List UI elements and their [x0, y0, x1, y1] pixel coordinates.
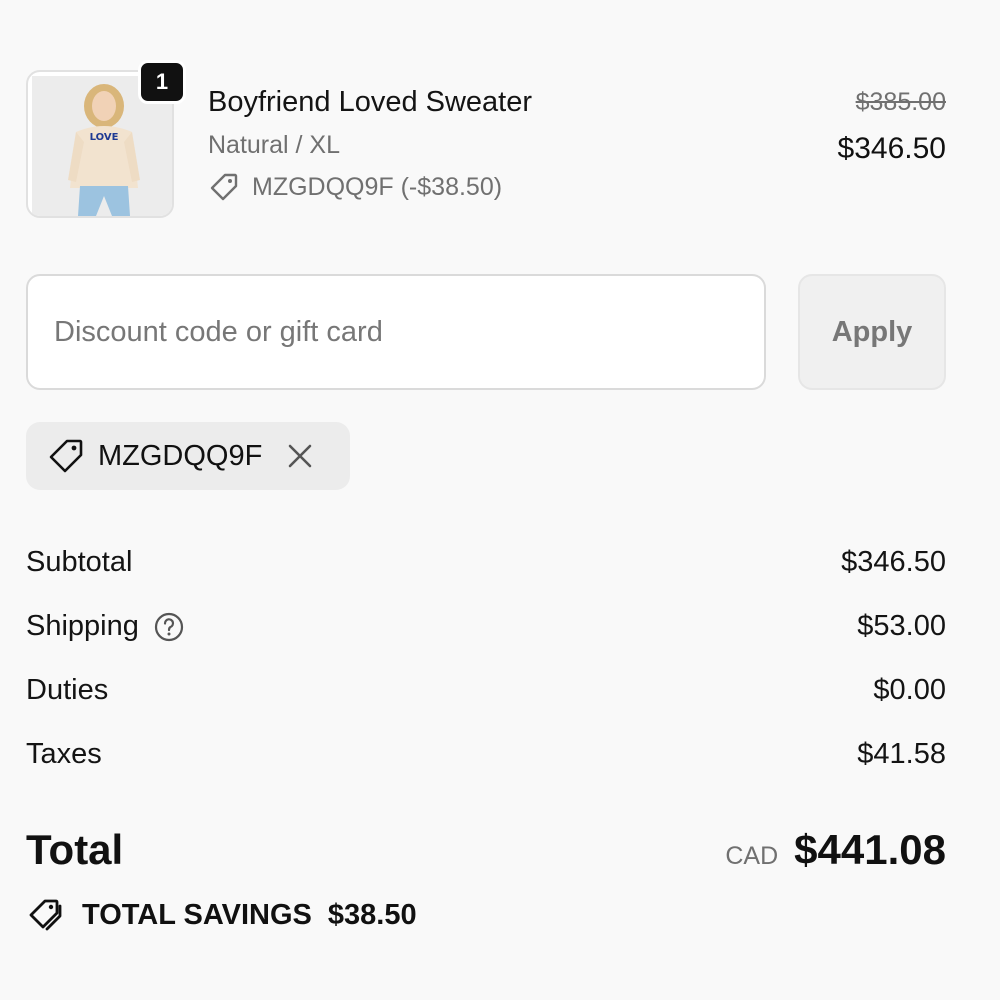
total-amount: $441.08	[794, 826, 946, 873]
duties-row: Duties $0.00	[26, 674, 946, 714]
product-name: Boyfriend Loved Sweater	[208, 86, 533, 118]
total-label: Total	[26, 826, 124, 873]
savings-tag-icon	[26, 895, 66, 935]
taxes-row: Taxes $41.58	[26, 738, 946, 778]
quantity-badge: 1	[138, 60, 186, 104]
tag-icon	[208, 171, 240, 203]
line-item-discount: MZGDQQ9F (-$38.50)	[208, 171, 502, 203]
subtotal-label: Subtotal	[26, 546, 133, 578]
apply-button[interactable]: Apply	[798, 274, 946, 390]
thumbnail-sweater-text: LOVE	[90, 132, 119, 143]
line-item: LOVE 1 Boyfriend Loved Sweater Natural /…	[26, 60, 946, 220]
shipping-row: Shipping $53.00	[26, 610, 946, 650]
line-item-discount-code: MZGDQQ9F (-$38.50)	[252, 172, 503, 201]
shipping-label: Shipping	[26, 610, 139, 642]
applied-discount-chip: MZGDQQ9F	[26, 422, 350, 490]
taxes-label: Taxes	[26, 738, 102, 770]
duties-value: $0.00	[873, 674, 946, 706]
product-thumbnail-wrap: LOVE 1	[26, 60, 186, 218]
total-savings-label: TOTAL SAVINGS	[82, 898, 312, 931]
subtotal-value: $346.50	[841, 546, 946, 578]
shipping-label-wrap: Shipping	[26, 610, 185, 643]
shipping-value: $53.00	[857, 610, 946, 642]
tag-icon	[46, 436, 86, 476]
total-savings-value: $38.50	[327, 898, 417, 931]
order-summary: LOVE 1 Boyfriend Loved Sweater Natural /…	[0, 0, 1000, 1000]
duties-label: Duties	[26, 674, 109, 706]
line-item-price: $346.50	[837, 132, 946, 165]
close-icon[interactable]	[282, 438, 318, 474]
discount-code-input[interactable]	[26, 274, 766, 390]
total-savings: TOTAL SAVINGS $38.50	[26, 895, 417, 935]
total-currency: CAD	[725, 842, 779, 870]
applied-discount-code: MZGDQQ9F	[98, 439, 263, 472]
total-amount-wrap: CAD $441.08	[725, 826, 946, 874]
help-circle-icon[interactable]	[153, 611, 185, 643]
subtotal-row: Subtotal $346.50	[26, 546, 946, 586]
taxes-value: $41.58	[857, 738, 946, 770]
compare-at-price: $385.00	[855, 88, 946, 116]
product-variant: Natural / XL	[208, 131, 341, 159]
